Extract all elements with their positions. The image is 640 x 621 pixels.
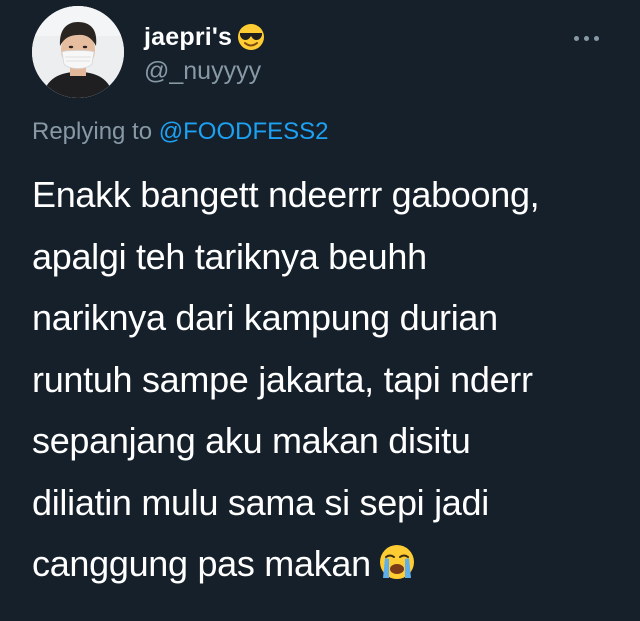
- tweet-card: jaepri's @_nuyyyy Replying to @FOODFESS2…: [0, 0, 640, 621]
- avatar-photo: [32, 6, 124, 98]
- tweet-text-line: runtuh sampe jakarta, tapi nderr: [32, 358, 533, 400]
- author-name-row[interactable]: jaepri's: [144, 22, 266, 52]
- replying-to-label: Replying to: [32, 118, 159, 145]
- tweet-text-line: apalgi teh tariknya beuhh: [32, 235, 427, 277]
- avatar[interactable]: [32, 6, 124, 98]
- author-handle[interactable]: @_nuyyyy: [144, 57, 261, 86]
- more-options-icon[interactable]: [574, 36, 599, 41]
- tweet-text-line: sepanjang aku makan disitu: [32, 420, 471, 461]
- tweet-text-last-line: canggung pas makan: [32, 533, 622, 595]
- reply-target-link[interactable]: @FOODFESS2: [159, 118, 329, 145]
- tweet-text-line: Enakk bangett ndeerrr gaboong,: [32, 174, 540, 215]
- tweet-text: Enakk bangett ndeerrr gaboong, apalgi te…: [32, 164, 622, 595]
- author-display-name[interactable]: jaepri's: [144, 23, 232, 52]
- replying-to-line: Replying to @FOODFESS2: [32, 118, 328, 146]
- smiling-face-with-sunglasses-icon: [236, 22, 266, 52]
- loudly-crying-face-icon: [377, 539, 417, 579]
- tweet-text-line: diliatin mulu sama si sepi jadi: [32, 481, 489, 523]
- tweet-text-line: nariknya dari kampung durian: [32, 297, 498, 338]
- tweet-text-line: canggung pas makan: [32, 543, 371, 584]
